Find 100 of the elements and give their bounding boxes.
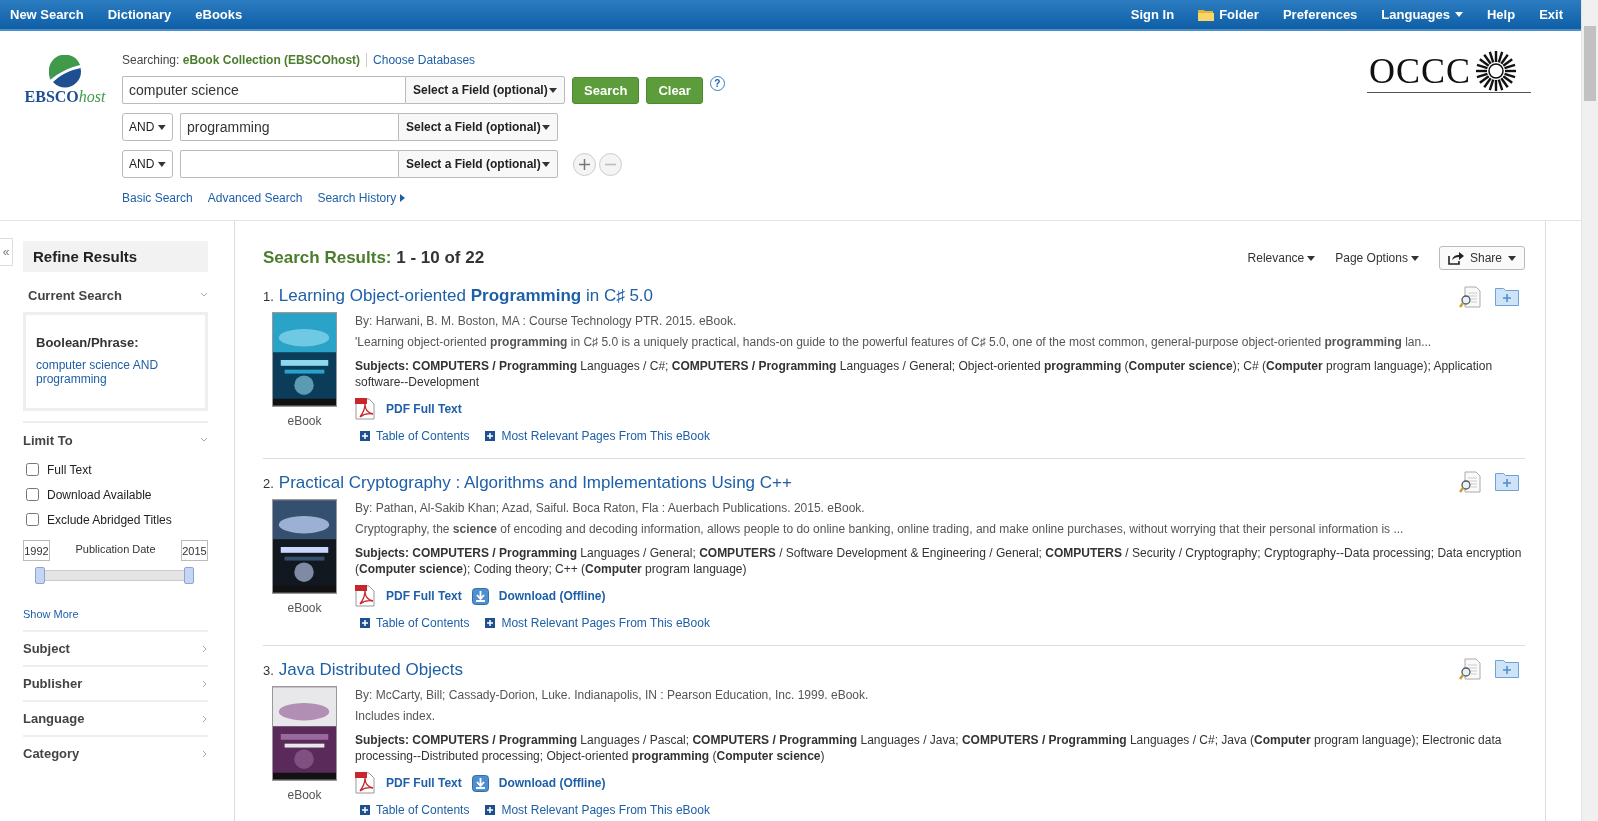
choose-databases-link[interactable]: Choose Databases [373, 53, 476, 67]
operator-dropdown[interactable]: AND [122, 150, 173, 178]
plus-square-icon [360, 618, 370, 628]
checkbox[interactable] [26, 513, 39, 526]
nav-link[interactable]: Sign In [1118, 7, 1187, 22]
slider-thumb[interactable] [35, 567, 45, 584]
ebscohost-logo: EBSCOhost [24, 88, 106, 106]
search-mode-link[interactable]: Advanced Search [207, 191, 303, 205]
facet-header[interactable]: Category [23, 735, 208, 770]
search-field[interactable]: computer science [122, 76, 405, 104]
field-dropdown[interactable]: Select a Field (optional) [398, 150, 558, 178]
year-to-field[interactable]: 2015 [181, 540, 208, 561]
caret-icon [549, 87, 557, 93]
preview-icon[interactable] [1459, 471, 1481, 493]
nav-link[interactable]: Exit [1527, 7, 1571, 22]
checkbox[interactable] [26, 463, 39, 476]
download-icon [471, 774, 489, 792]
search-field[interactable]: programming [180, 113, 398, 141]
facet-header[interactable]: Language [23, 700, 208, 735]
download-link[interactable]: Download (Offline) [471, 774, 606, 792]
preview-icon[interactable] [1459, 286, 1481, 308]
format-label: eBook [287, 788, 322, 802]
nav-link[interactable]: Help [1475, 7, 1528, 22]
expand-link[interactable]: Table of Contents [360, 428, 470, 444]
expand-link[interactable]: Most Relevant Pages From This eBook [485, 802, 710, 818]
subjects: Subjects: COMPUTERS / Programming Languages / Pascal; COMPUTERS / Programming Languages / Java; COMPUTERS / Programming Languages / C#; Java (Computer program language); Electronic data processing--Distributed processing; Object-oriented programming (Computer science) [355, 732, 1503, 764]
slider-thumb[interactable] [184, 567, 194, 584]
section-heading: Limit To [23, 432, 73, 448]
format-label: eBook [287, 601, 322, 615]
caret-icon [1508, 255, 1516, 261]
result-title-link[interactable]: Learning Object-oriented Programming in C♯ 5.0 [278, 286, 654, 306]
result-title-link[interactable]: Java Distributed Objects [278, 660, 464, 680]
checkbox[interactable] [26, 488, 39, 501]
plus-square-icon [360, 805, 370, 815]
pdf-full-text-link[interactable]: PDF Full Text [355, 398, 462, 420]
add-to-folder-icon[interactable] [1495, 658, 1519, 678]
plus-square-icon [485, 805, 496, 815]
add-to-folder-icon[interactable] [1495, 471, 1519, 491]
query-link[interactable]: computer science AND programming [36, 358, 195, 386]
share-icon [1447, 251, 1464, 265]
search-field[interactable] [180, 150, 398, 178]
plus-square-icon [485, 618, 496, 628]
nav-link[interactable]: New Search [10, 7, 96, 22]
field-dropdown[interactable]: Select a Field (optional) [398, 113, 558, 141]
abstract: 'Learning object-oriented programming in C♯ 5.0 is a uniquely practical, hands-on guide to the powerful features of C♯ 5.0, one of the most common, general-purpose object-oriented programming lan... [355, 334, 1433, 350]
occc-logo: OCCC [1366, 49, 1531, 93]
expand-link[interactable]: Table of Contents [360, 615, 470, 631]
pdf-full-text-link[interactable]: PDF Full Text [355, 772, 462, 794]
year-from-field[interactable]: 1992 [23, 540, 50, 561]
sort-dropdown[interactable]: Relevance [1247, 251, 1316, 265]
facet-header[interactable]: Publisher [23, 665, 208, 700]
caret-icon [1307, 255, 1316, 261]
add-to-folder-icon[interactable] [1495, 286, 1519, 306]
refine-results-title: Refine Results [23, 241, 208, 272]
expand-link[interactable]: Most Relevant Pages From This eBook [485, 615, 710, 631]
download-link[interactable]: Download (Offline) [471, 587, 606, 605]
result-number: 2. [263, 476, 274, 491]
chevron-icon [202, 749, 208, 758]
expand-link[interactable]: Table of Contents [360, 802, 470, 818]
triangle-icon [400, 194, 406, 202]
result-title-link[interactable]: Practical Cryptography : Algorithms and Implementations Using C++ [278, 473, 792, 493]
pdf-icon [355, 585, 376, 607]
pdf-icon [355, 772, 376, 794]
search-mode-link[interactable]: Search History [317, 191, 406, 205]
caret-icon [1410, 255, 1419, 261]
plus-square-icon [485, 431, 496, 441]
scrollbar[interactable] [1581, 0, 1598, 821]
chevron-icon [202, 714, 208, 723]
abstract: Includes index. [355, 708, 437, 724]
subjects: Subjects: COMPUTERS / Programming Languages / General; COMPUTERS / Software Development & Engineering / General; COMPUTERS / Security / Cryptography; Cryptography--Data processing; Data encryption (Computer science); Coding theory; C++ (Computer program language) [355, 545, 1523, 577]
facet-header[interactable]: Subject [23, 630, 208, 665]
caret-icon [542, 161, 550, 167]
subjects: Subjects: COMPUTERS / Programming Languages / C#; COMPUTERS / Programming Languages / General; Object-oriented programming (Computer science); C# (Computer program language); Application software--Development [355, 358, 1494, 390]
nav-link[interactable]: Dictionary [95, 7, 184, 22]
nav-link[interactable]: eBooks [183, 7, 255, 22]
caret-icon [1455, 12, 1463, 17]
query-type-label: Boolean/Phrase: [36, 335, 140, 350]
plus-square-icon [360, 431, 370, 441]
collapse-button[interactable]: « [0, 238, 13, 266]
pdf-full-text-link[interactable]: PDF Full Text [355, 585, 462, 607]
expand-link[interactable]: Most Relevant Pages From This eBook [485, 428, 710, 444]
caret-icon [542, 124, 550, 130]
logo-swoosh-icon [48, 55, 82, 88]
caret-icon [158, 161, 166, 167]
search-mode-link[interactable]: Basic Search [122, 191, 193, 205]
show-more-link[interactable]: Show More [23, 608, 208, 620]
nav-link[interactable]: Preferences [1270, 7, 1370, 22]
folder-icon [1198, 8, 1215, 21]
languages-menu[interactable]: Languages [1369, 7, 1475, 22]
share-button[interactable]: Share [1438, 246, 1525, 270]
section-heading: Current Search [28, 287, 122, 303]
page-options-dropdown[interactable]: Page Options [1335, 251, 1419, 265]
abstract: Cryptography, the science of encoding and decoding information, allows people to do online banking, online trading, and make online purchases, without worrying that their personal information is ... [355, 521, 1405, 537]
nav-link[interactable]: Folder [1186, 7, 1271, 22]
byline: By: Harwani, B. M. Boston, MA : Course Technology PTR. 2015. eBook. [355, 313, 738, 329]
operator-dropdown[interactable]: AND [122, 113, 173, 141]
add-row-button[interactable] [573, 152, 596, 176]
byline: By: Pathan, Al-Sakib Khan; Azad, Saiful. Boca Raton, Fla : Auerbach Publications. 2015. eBook. [355, 500, 866, 516]
preview-icon[interactable] [1459, 658, 1481, 680]
field-dropdown[interactable]: Select a Field (optional) [405, 76, 565, 104]
